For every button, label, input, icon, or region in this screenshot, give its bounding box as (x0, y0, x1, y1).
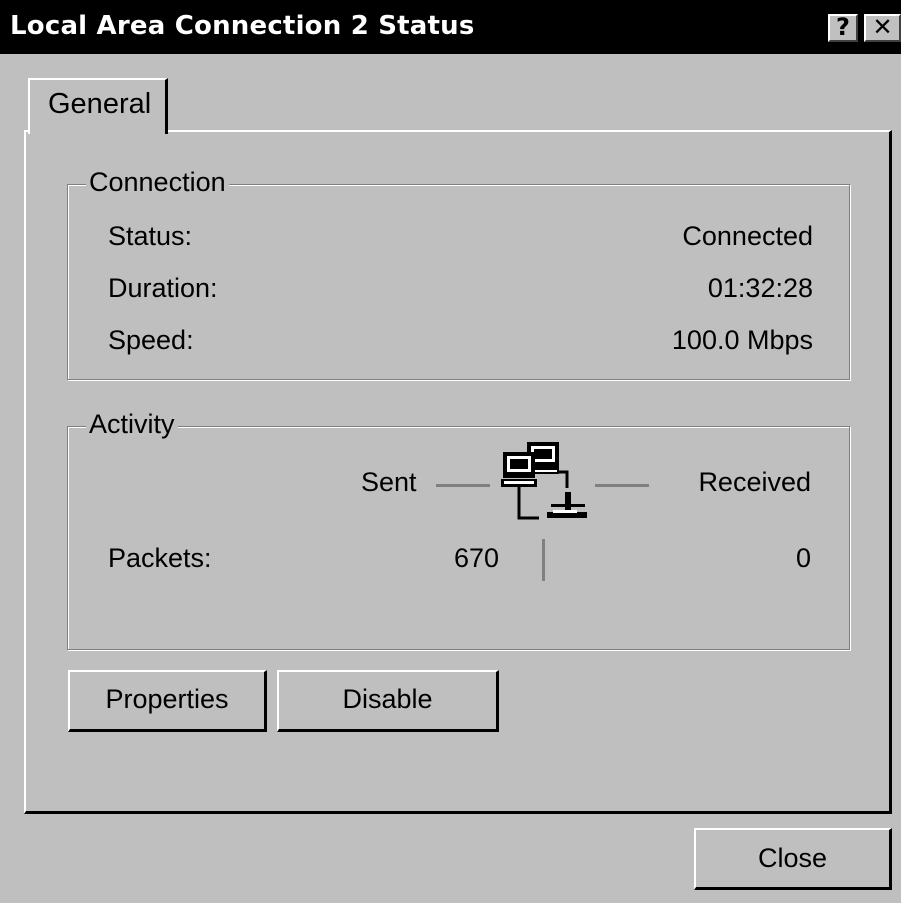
status-label: Status: (108, 221, 193, 251)
packets-divider (542, 539, 545, 581)
disable-button[interactable]: Disable (277, 670, 499, 732)
help-icon: ? (836, 13, 850, 41)
speed-label: Speed: (108, 325, 194, 355)
speed-value: 100.0 Mbps (671, 325, 813, 355)
disable-button-label: Disable (342, 684, 433, 714)
connection-group: Connection Status: Connected Duration: 0… (67, 167, 850, 380)
status-dialog: Local Area Connection 2 Status ? ✕ Gener… (0, 0, 901, 903)
close-icon: ✕ (872, 13, 893, 41)
duration-value: 01:32:28 (707, 273, 813, 303)
received-label: Received (698, 467, 811, 497)
packets-label: Packets: (108, 543, 212, 573)
activity-group: Activity Sent Received Packets: 670 0 (67, 409, 850, 650)
sent-line (436, 484, 490, 487)
status-value: Connected (682, 221, 813, 251)
close-button[interactable]: Close (694, 828, 892, 890)
close-button-label: Close (757, 843, 828, 873)
duration-label: Duration: (108, 273, 218, 303)
properties-button[interactable]: Properties (68, 670, 267, 732)
packets-sent-value: 670 (453, 543, 499, 573)
window-title: Local Area Connection 2 Status (10, 11, 475, 41)
received-line (595, 484, 649, 487)
tab-general[interactable]: General (28, 78, 168, 134)
title-bar[interactable]: Local Area Connection 2 Status ? ✕ (0, 0, 901, 54)
network-computers-icon (501, 442, 587, 520)
connection-legend: Connection (86, 167, 229, 198)
tab-general-label: General (48, 88, 152, 120)
activity-legend: Activity (86, 409, 178, 440)
tab-panel-general: Connection Status: Connected Duration: 0… (24, 130, 892, 814)
title-close-button[interactable]: ✕ (864, 14, 901, 42)
packets-received-value: 0 (795, 543, 811, 573)
sent-label: Sent (361, 467, 417, 497)
properties-button-label: Properties (105, 684, 229, 714)
help-button[interactable]: ? (828, 14, 858, 42)
